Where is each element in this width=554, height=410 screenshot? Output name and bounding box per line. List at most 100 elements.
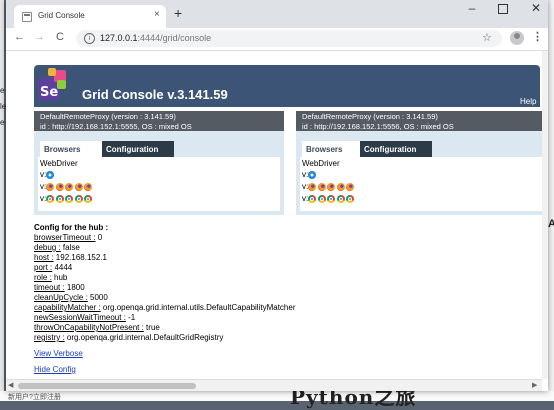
reload-icon[interactable]: C (56, 31, 64, 43)
config-value: 4444 (52, 263, 73, 272)
chrome-icon[interactable] (336, 194, 345, 203)
view-verbose-link[interactable]: View Verbose (34, 349, 83, 358)
chrome-icon[interactable] (84, 194, 93, 203)
firefox-icon[interactable] (55, 182, 64, 191)
config-entry: browserTimeout : 0 (34, 233, 102, 242)
svg-text:Se: Se (40, 85, 58, 100)
config-key: port : (34, 263, 53, 272)
maximize-button[interactable] (498, 4, 508, 14)
config-key: browserTimeout : (34, 233, 96, 242)
config-value: org.openqa.grid.internal.utils.DefaultCa… (100, 303, 296, 312)
chrome-icon[interactable] (327, 194, 336, 203)
minimize-button[interactable]: – (462, 1, 482, 15)
background-right-text: A (548, 218, 554, 230)
horizontal-scrollbar[interactable]: ◀ ▶ (6, 379, 542, 391)
hide-config-link[interactable]: Hide Config (34, 365, 76, 374)
address-bar[interactable]: i 127.0.0.1:4444/grid/console ☆ (76, 30, 502, 47)
chrome-icon[interactable] (46, 194, 55, 203)
bookmark-star-icon[interactable]: ☆ (482, 31, 492, 44)
browser-window: Grid Console × + – ✕ ← → C i 127.0.0.1:4… (6, 0, 548, 391)
proxy-body: Browsers Configuration WebDriver v: v: v… (296, 131, 546, 215)
horizontal-scroll-thumb[interactable] (18, 383, 196, 389)
proxy-id: id : http://192.168.152.1:5555, OS : mix… (40, 122, 192, 131)
config-key: capabilityMatcher : (34, 303, 101, 312)
desktop-background-right (548, 0, 554, 401)
url-host: 127.0.0.1 (100, 33, 138, 43)
protocol-label: WebDriver (302, 159, 340, 168)
site-info-icon[interactable]: i (84, 33, 95, 44)
chrome-icon[interactable] (317, 194, 326, 203)
browsers-panel: WebDriver v: v: v: (300, 157, 542, 211)
browser-menu-icon[interactable]: ⋮ (532, 30, 543, 43)
scroll-left-arrow-icon[interactable]: ◀ (8, 381, 13, 389)
proxy-name: DefaultRemoteProxy (version : 3.141.59) (40, 112, 176, 121)
title-bar: Grid Console × + – ✕ (6, 0, 548, 28)
selenium-logo-icon: Se (38, 68, 66, 100)
vertical-scrollbar[interactable] (542, 51, 548, 379)
firefox-icon[interactable] (46, 182, 55, 191)
protocol-label: WebDriver (40, 159, 78, 168)
proxy-card: DefaultRemoteProxy (version : 3.141.59) … (296, 111, 546, 215)
chrome-icon[interactable] (308, 194, 317, 203)
url-path: :4444/grid/console (137, 33, 212, 43)
internet-explorer-icon[interactable] (308, 170, 317, 179)
page-title: Grid Console v.3.141.59 (82, 87, 228, 102)
browser-row: v: (40, 170, 56, 179)
chrome-icon[interactable] (55, 194, 64, 203)
grid-console-header: Se Grid Console v.3.141.59 Help (34, 65, 540, 107)
config-entry: capabilityMatcher : org.openqa.grid.inte… (34, 303, 295, 312)
internet-explorer-icon[interactable] (46, 170, 55, 179)
config-value: -1 (125, 313, 136, 322)
proxy-header: DefaultRemoteProxy (version : 3.141.59) … (34, 111, 284, 131)
config-entry: registry : org.openqa.grid.internal.Defa… (34, 333, 223, 342)
chrome-icon[interactable] (74, 194, 83, 203)
config-key: debug : (34, 243, 61, 252)
firefox-icon[interactable] (346, 182, 355, 191)
config-entry: host : 192.168.152.1 (34, 253, 107, 262)
close-window-button[interactable]: ✕ (526, 1, 546, 15)
browser-toolbar: ← → C i 127.0.0.1:4444/grid/console ☆ ⋮ (6, 28, 548, 51)
tab-configuration[interactable]: Configuration (360, 141, 432, 157)
config-entry: debug : false (34, 243, 80, 252)
firefox-icon[interactable] (336, 182, 345, 191)
chrome-icon[interactable] (65, 194, 74, 203)
config-entry: throwOnCapabilityNotPresent : true (34, 323, 160, 332)
tab-close-icon[interactable]: × (154, 9, 160, 20)
firefox-icon[interactable] (65, 182, 74, 191)
config-entry: cleanUpCycle : 5000 (34, 293, 108, 302)
browser-tab[interactable]: Grid Console × (14, 5, 166, 28)
tab-browsers[interactable]: Browsers (40, 141, 102, 157)
config-value: 5000 (87, 293, 108, 302)
firefox-icon[interactable] (327, 182, 336, 191)
new-tab-button[interactable]: + (174, 5, 182, 21)
page-content: Se Grid Console v.3.141.59 Help DefaultR… (6, 51, 548, 379)
proxy-card: DefaultRemoteProxy (version : 3.141.59) … (34, 111, 284, 215)
desktop-background-left (0, 0, 4, 401)
browser-row: v: (302, 182, 356, 191)
firefox-icon[interactable] (74, 182, 83, 191)
firefox-icon[interactable] (84, 182, 93, 191)
hub-config-title: Config for the hub : (34, 223, 109, 232)
browser-row: v: (302, 194, 356, 203)
page-favicon-icon (22, 12, 32, 22)
config-value: true (143, 323, 160, 332)
proxy-id: id : http://192.168.152.1:5556, OS : mix… (302, 122, 454, 131)
config-entry: timeout : 1800 (34, 283, 85, 292)
scroll-right-arrow-icon[interactable]: ▶ (532, 381, 537, 389)
desktop-background-bottom (0, 391, 554, 401)
browsers-panel: WebDriver v: v: v: (38, 157, 280, 211)
config-key: role : (34, 273, 52, 282)
chrome-icon[interactable] (346, 194, 355, 203)
forward-arrow-icon[interactable]: → (34, 31, 45, 43)
firefox-icon[interactable] (317, 182, 326, 191)
tab-configuration[interactable]: Configuration (102, 141, 174, 157)
firefox-icon[interactable] (308, 182, 317, 191)
config-key: throwOnCapabilityNotPresent : (34, 323, 144, 332)
proxy-name: DefaultRemoteProxy (version : 3.141.59) (302, 112, 438, 121)
help-link[interactable]: Help (520, 97, 536, 106)
back-arrow-icon[interactable]: ← (14, 31, 25, 43)
url-text[interactable]: 127.0.0.1:4444/grid/console (100, 33, 211, 43)
tab-browsers[interactable]: Browsers (302, 141, 364, 157)
config-value: hub (51, 273, 68, 282)
profile-avatar-icon[interactable] (510, 31, 524, 45)
